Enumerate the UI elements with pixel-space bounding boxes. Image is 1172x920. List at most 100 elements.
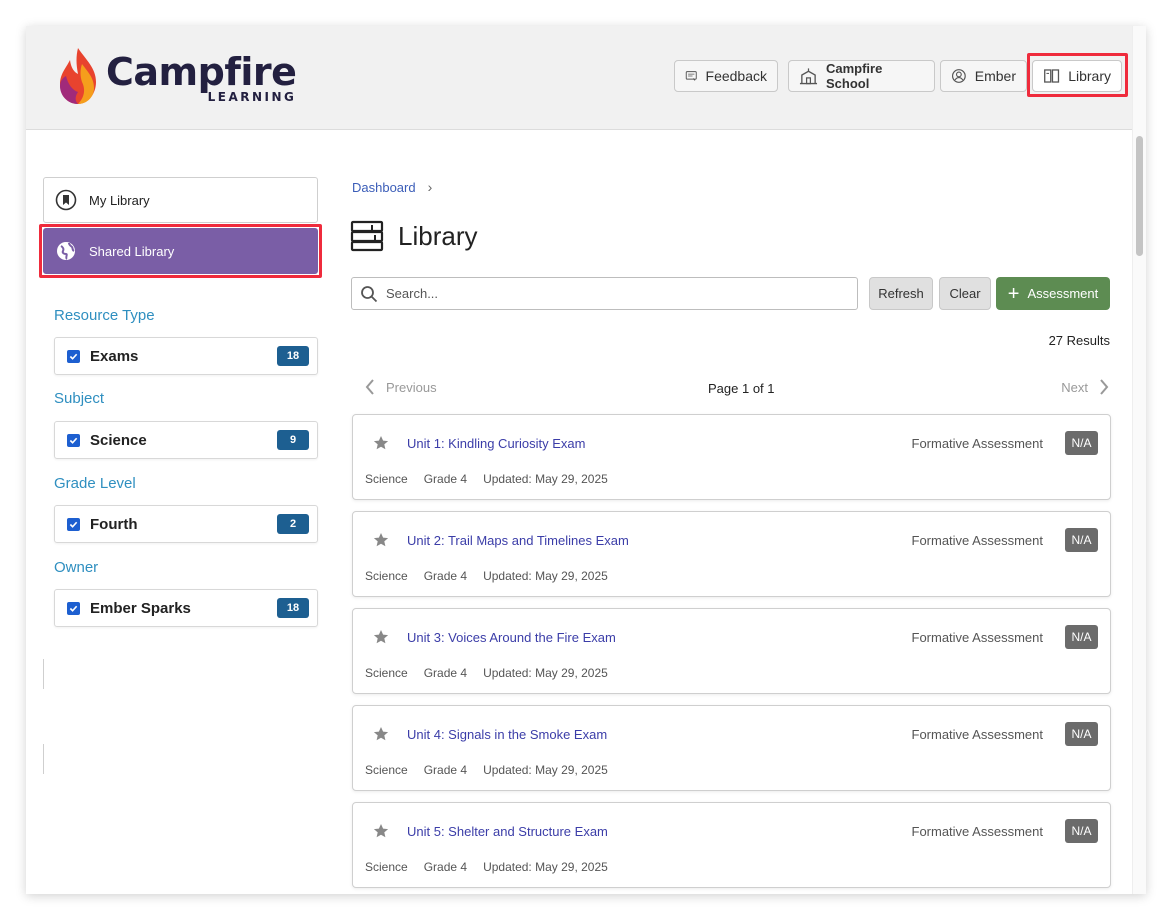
star-icon[interactable] [373,629,389,645]
chevron-left-icon [365,379,374,395]
assessment-card[interactable]: Unit 4: Signals in the Smoke Exam Format… [352,705,1111,791]
assessment-card[interactable]: Unit 5: Shelter and Structure Exam Forma… [352,802,1111,888]
facet-exams[interactable]: Exams 18 [54,337,318,375]
sidebar-divider [43,744,44,774]
facet-title-resource-type: Resource Type [54,307,155,324]
meta-updated: Updated: May 29, 2025 [483,472,608,486]
meta-subject: Science [365,569,408,583]
assessment-meta: Science Grade 4 Updated: May 29, 2025 [365,569,624,583]
previous-label: Previous [386,379,437,395]
facet-fourth[interactable]: Fourth 2 [54,505,318,543]
facet-count-badge: 18 [277,346,309,366]
page-title-text: Library [398,220,478,251]
checkbox-checked[interactable] [67,601,80,615]
status-badge: N/A [1065,528,1098,552]
facet-title-owner: Owner [54,559,99,576]
school-button[interactable]: Campfire School [788,60,935,92]
facet-science[interactable]: Science 9 [54,421,318,459]
assessment-type: Formative Assessment [911,436,1044,451]
star-icon[interactable] [373,435,389,451]
checkbox-checked[interactable] [67,349,80,363]
add-assessment-button[interactable]: + Assessment [996,277,1110,310]
facet-label: Exams [90,347,139,365]
my-library-label: My Library [89,192,150,208]
refresh-button[interactable]: Refresh [869,277,933,310]
library-highlight-box [1027,53,1128,97]
status-badge: N/A [1065,625,1098,649]
feedback-label: Feedback [705,68,767,84]
assessment-type: Formative Assessment [911,727,1044,742]
facet-label: Fourth [90,515,138,533]
school-label: Campfire School [825,61,883,91]
page-title: Library [350,220,477,252]
facet-count-badge: 9 [277,430,309,450]
meta-updated: Updated: May 29, 2025 [483,860,608,874]
my-library-nav[interactable]: My Library [43,177,318,223]
facet-count-badge: 2 [277,514,309,534]
meta-subject: Science [365,666,408,680]
logo-wordmark: Campfire [106,50,297,94]
plus-icon: + [1007,282,1020,305]
user-circle-icon [951,69,966,83]
breadcrumb-dashboard-link[interactable]: Dashboard [352,180,416,195]
assessment-card[interactable]: Unit 2: Trail Maps and Timelines Exam Fo… [352,511,1111,597]
add-assessment-label: Assessment [1027,286,1099,301]
shared-library-highlight-box [39,224,322,278]
facet-title-subject: Subject [54,390,105,407]
campfire-logo[interactable]: Campfire LEARNING [56,46,297,116]
meta-subject: Science [365,763,408,777]
facet-ember-sparks[interactable]: Ember Sparks 18 [54,589,318,627]
library-shelf-icon [350,220,384,252]
status-badge: N/A [1065,431,1098,455]
assessment-card[interactable]: Unit 3: Voices Around the Fire Exam Form… [352,608,1111,694]
assessment-title-link[interactable]: Unit 3: Voices Around the Fire Exam [407,630,616,645]
assessment-meta: Science Grade 4 Updated: May 29, 2025 [365,666,624,680]
clear-button[interactable]: Clear [939,277,991,310]
star-icon[interactable] [373,823,389,839]
feedback-icon [685,71,697,81]
results-count: 27 Results [1048,333,1110,348]
assessment-type: Formative Assessment [911,533,1044,548]
assessment-meta: Science Grade 4 Updated: May 29, 2025 [365,472,624,486]
meta-subject: Science [365,860,408,874]
flame-logo-icon [60,48,96,104]
assessment-meta: Science Grade 4 Updated: May 29, 2025 [365,860,624,874]
checkbox-checked[interactable] [67,517,80,531]
checkbox-checked[interactable] [67,433,80,447]
previous-page-button[interactable]: Previous [364,378,437,396]
assessment-card[interactable]: Unit 1: Kindling Curiosity Exam Formativ… [352,414,1111,500]
assessment-title-link[interactable]: Unit 1: Kindling Curiosity Exam [407,436,585,451]
assessment-title-link[interactable]: Unit 5: Shelter and Structure Exam [407,824,608,839]
search-box[interactable] [351,277,858,310]
assessment-title-link[interactable]: Unit 4: Signals in the Smoke Exam [407,727,607,742]
app-window: Campfire LEARNING Feedback Campfire Scho… [26,26,1146,894]
user-account-button[interactable]: Ember [940,60,1027,92]
meta-updated: Updated: May 29, 2025 [483,569,608,583]
facet-count-badge: 18 [277,598,309,618]
assessment-meta: Science Grade 4 Updated: May 29, 2025 [365,763,624,777]
next-page-button[interactable]: Next [1061,378,1110,396]
meta-updated: Updated: May 29, 2025 [483,666,608,680]
meta-grade: Grade 4 [423,569,468,583]
school-building-icon [799,68,818,85]
assessment-type: Formative Assessment [911,824,1044,839]
sidebar-divider [43,659,44,689]
star-icon[interactable] [373,726,389,742]
meta-grade: Grade 4 [423,472,468,486]
chevron-right-icon [1100,379,1109,395]
page-indicator: Page 1 of 1 [708,381,775,396]
meta-grade: Grade 4 [423,860,468,874]
facet-label: Ember Sparks [90,599,191,617]
assessment-title-link[interactable]: Unit 2: Trail Maps and Timelines Exam [407,533,629,548]
chevron-right-icon: › [427,179,433,195]
star-icon[interactable] [373,532,389,548]
top-header: Campfire LEARNING Feedback Campfire Scho… [26,26,1146,130]
vertical-scrollbar[interactable] [1132,26,1146,894]
feedback-button[interactable]: Feedback [674,60,778,92]
scrollbar-thumb[interactable] [1136,136,1143,256]
status-badge: N/A [1065,722,1098,746]
next-label: Next [1061,379,1088,395]
breadcrumb: Dashboard › [352,179,432,195]
search-input[interactable] [386,286,826,301]
search-icon [361,285,378,302]
